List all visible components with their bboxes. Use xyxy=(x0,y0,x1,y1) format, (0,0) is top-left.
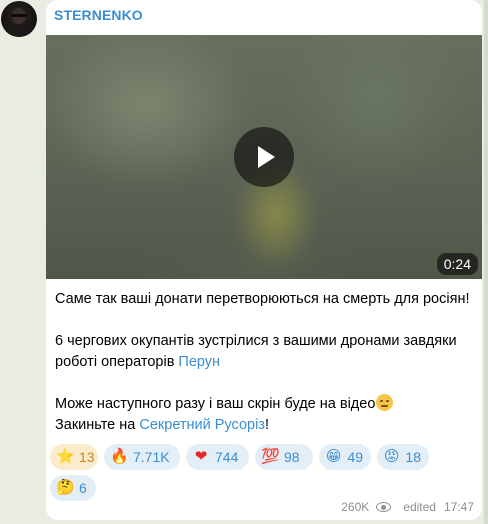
reaction-grin[interactable]: 😁 49 xyxy=(319,444,371,470)
reaction-heart[interactable]: ❤ 744 xyxy=(186,444,249,470)
reaction-count: 18 xyxy=(405,449,421,465)
hundred-icon: 💯 xyxy=(261,448,280,465)
reaction-star[interactable]: ⭐ 13 xyxy=(50,444,98,470)
message-text-fragment: роботі операторів xyxy=(55,354,179,370)
message-line: Саме так ваші донати перетворюються на с… xyxy=(55,291,470,307)
reaction-count: 98 xyxy=(284,449,300,465)
play-icon xyxy=(258,146,275,168)
avatar-figure-glasses xyxy=(11,14,27,17)
message-time: 17:47 xyxy=(443,500,474,514)
message-text-fragment: ! xyxy=(264,417,269,433)
view-count: 260K xyxy=(341,500,370,514)
reaction-thinking[interactable]: 🤔 6 xyxy=(50,475,96,501)
channel-name[interactable]: STERNENKO xyxy=(54,7,143,23)
message-text-fragment: Закиньте на xyxy=(55,417,140,433)
reaction-count: 7.71K xyxy=(133,449,170,465)
message-bubble: STERNENKO 0:24 Саме так ваші донати пере… xyxy=(46,0,482,520)
heart-icon: ❤ xyxy=(194,448,208,465)
message-text: Саме так ваші донати перетворюються на с… xyxy=(55,289,475,436)
edited-label: edited xyxy=(403,500,436,514)
thinking-face-icon: 🤔 xyxy=(56,479,75,496)
reaction-count: 6 xyxy=(79,480,87,496)
perun-link[interactable]: Перун xyxy=(178,354,220,370)
secret-rusoriz-link[interactable]: Секретний Русоріз xyxy=(139,417,265,433)
channel-avatar[interactable] xyxy=(1,1,37,37)
reaction-count: 13 xyxy=(79,449,95,465)
scrollbar[interactable] xyxy=(484,0,488,524)
unamused-face-icon xyxy=(376,394,394,411)
message-line: Закиньте на Секретний Русоріз! xyxy=(55,415,475,436)
message-line: Може наступного разу і ваш скрін буде на… xyxy=(55,394,475,415)
message-text-fragment: Може наступного разу і ваш скрін буде на… xyxy=(55,396,376,412)
video-duration: 0:24 xyxy=(436,253,478,275)
play-button[interactable] xyxy=(234,127,294,187)
fire-icon: 🔥 xyxy=(110,448,129,465)
video-attachment[interactable]: 0:24 xyxy=(46,35,482,279)
grin-icon: 😁 xyxy=(325,448,342,465)
avatar-figure-body xyxy=(5,25,33,37)
message-line: 6 чергових окупантів зустрілися з вашими… xyxy=(55,333,457,349)
reaction-fire[interactable]: 🔥 7.71K xyxy=(104,444,180,470)
reaction-count: 744 xyxy=(215,449,239,465)
eye-icon xyxy=(376,502,392,512)
reaction-angry[interactable]: 😡 18 xyxy=(377,444,429,470)
message-meta: 260K edited 17:47 xyxy=(341,500,474,514)
reaction-hundred[interactable]: 💯 98 xyxy=(255,444,313,470)
star-icon: ⭐ xyxy=(56,448,75,465)
reaction-count: 49 xyxy=(347,449,363,465)
message-line: роботі операторів Перун xyxy=(55,352,475,373)
angry-face-icon: 😡 xyxy=(383,448,400,465)
